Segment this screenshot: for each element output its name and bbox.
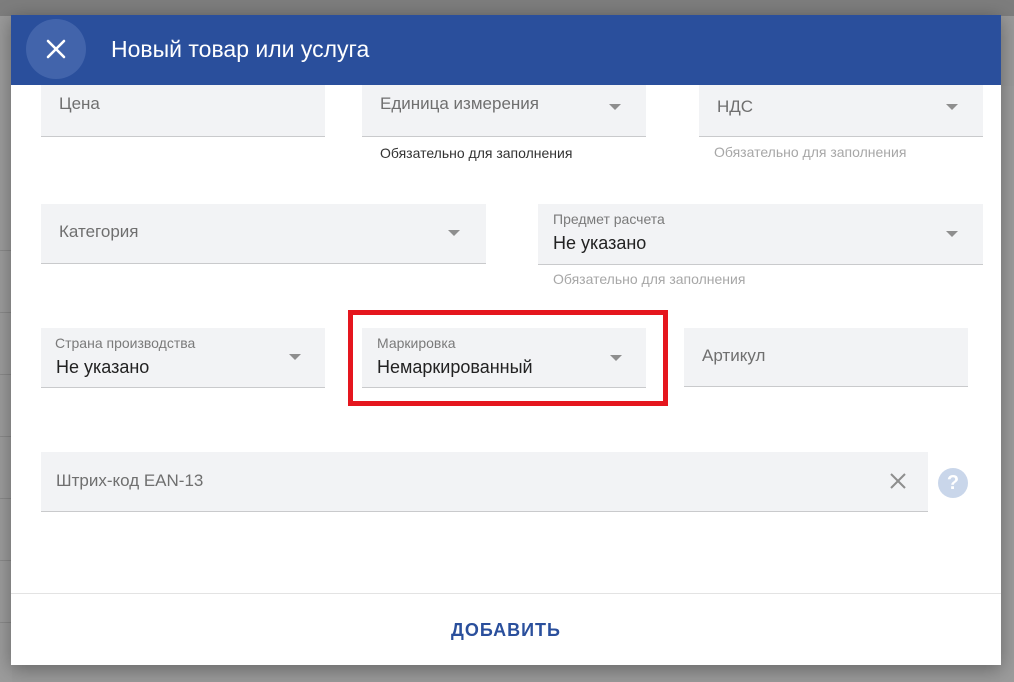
clear-icon[interactable] <box>889 472 907 490</box>
payment-subject-select[interactable]: Предмет расчета Не указано <box>538 204 983 265</box>
vat-select[interactable]: НДС <box>699 85 983 137</box>
barcode-input[interactable]: Штрих-код EAN-13 <box>41 452 928 512</box>
highlight-box <box>348 310 668 406</box>
payment-subject-label: Предмет расчета <box>553 211 665 227</box>
chevron-down-icon <box>946 104 958 110</box>
payment-subject-required-hint: Обязательно для заполнения <box>553 271 746 287</box>
article-input[interactable]: Артикул <box>684 328 968 387</box>
dialog-footer: ДОБАВИТЬ <box>11 593 1001 665</box>
unit-select[interactable]: Единица измерения <box>362 85 646 137</box>
vat-required-hint: Обязательно для заполнения <box>714 144 907 160</box>
close-button[interactable] <box>26 19 86 79</box>
new-item-dialog: Новый товар или услуга Цена Единица изме… <box>11 15 1001 665</box>
dialog-body: Цена Единица измерения Обязательно для з… <box>11 85 1001 593</box>
country-value: Не указано <box>56 357 150 377</box>
chevron-down-icon <box>946 231 958 237</box>
dialog-title: Новый товар или услуга <box>111 36 370 62</box>
chevron-down-icon <box>289 354 301 360</box>
background-topbar <box>0 0 1014 16</box>
payment-subject-value: Не указано <box>553 233 647 253</box>
chevron-down-icon <box>609 104 621 110</box>
help-icon[interactable]: ? <box>938 468 968 498</box>
unit-required-hint: Обязательно для заполнения <box>380 145 573 161</box>
category-select[interactable]: Категория <box>41 204 486 264</box>
article-placeholder: Артикул <box>702 346 766 365</box>
category-placeholder: Категория <box>59 222 139 241</box>
close-icon <box>46 39 66 59</box>
country-label: Страна производства <box>55 335 196 351</box>
chevron-down-icon <box>448 230 460 236</box>
vat-placeholder: НДС <box>717 97 754 116</box>
add-button[interactable]: ДОБАВИТЬ <box>11 620 1001 641</box>
price-placeholder: Цена <box>59 94 100 113</box>
barcode-placeholder: Штрих-код EAN-13 <box>56 471 204 490</box>
dialog-header: Новый товар или услуга <box>11 15 1001 85</box>
price-input[interactable]: Цена <box>41 85 325 137</box>
country-select[interactable]: Страна производства Не указано <box>41 328 325 388</box>
background-right-column <box>1000 86 1014 682</box>
unit-placeholder: Единица измерения <box>380 94 539 113</box>
